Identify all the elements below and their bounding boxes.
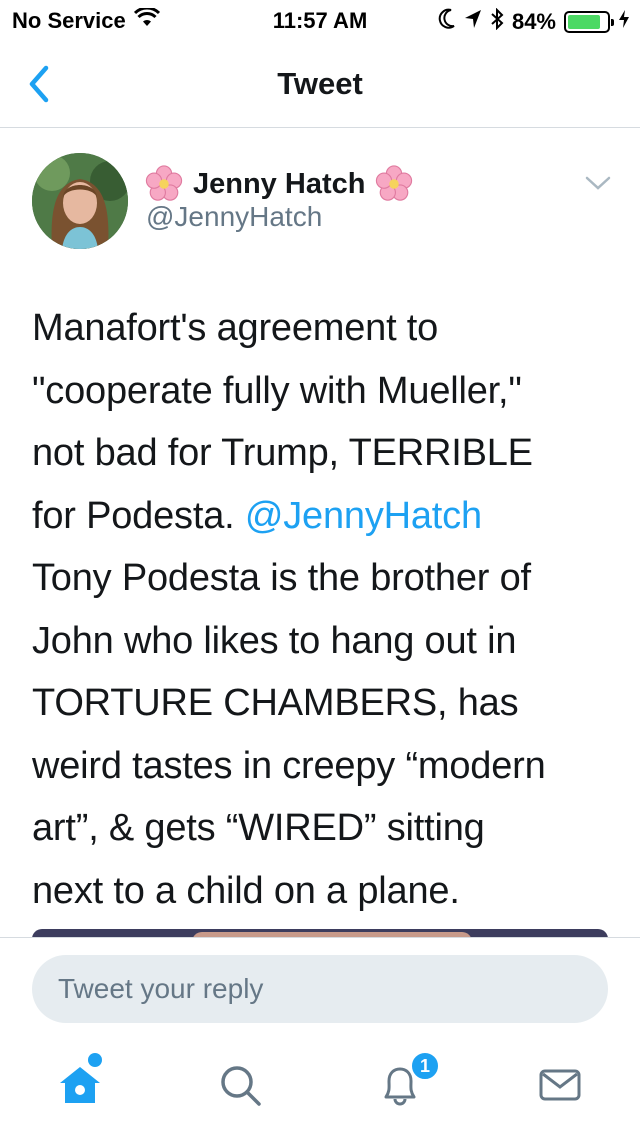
reply-bar: Tweet your reply [0,937,640,1037]
battery-icon [564,11,614,33]
tab-bar: 1 [0,1037,640,1136]
reply-input[interactable]: Tweet your reply [32,955,608,1023]
tweet-text: Manafort's agreement to "cooperate fully… [32,297,622,922]
battery-fill [568,15,600,29]
home-icon [60,1067,100,1103]
nav-header: Tweet [0,40,640,128]
battery-percent: 84% [511,9,556,34]
author-name-row[interactable]: Jenny Hatch [145,165,413,203]
author-display-name: Jenny Hatch [193,167,366,200]
moon-icon [438,8,456,36]
location-arrow-icon [464,9,482,35]
new-content-dot [88,1053,102,1067]
envelope-icon [539,1069,581,1101]
cherry-blossom-icon [376,165,413,201]
avatar-image [32,153,128,249]
notification-badge: 1 [410,1051,440,1081]
bluetooth-icon [490,7,504,36]
cherry-blossom-icon [145,165,183,201]
charging-bolt-icon [618,9,630,35]
status-right: 84% [438,7,630,36]
chevron-down-icon [585,176,611,190]
avatar[interactable] [32,153,128,249]
tab-search[interactable] [216,1061,264,1109]
tab-messages[interactable] [536,1061,584,1109]
author-handle[interactable]: @JennyHatch [146,201,322,233]
tweet-text-part: Tony Podesta is the brother of John who … [32,557,546,912]
tweet-menu-button[interactable] [584,173,612,193]
tweet-media[interactable] [32,929,608,937]
status-bar: No Service 11:57 AM 84% [0,0,640,40]
page-title: Tweet [277,66,363,101]
search-icon [221,1066,261,1106]
tweet-detail: Jenny Hatch @JennyHatch Manafort's agree… [0,129,640,937]
tab-home[interactable] [56,1061,104,1109]
mention-link[interactable]: @JennyHatch [245,495,482,537]
